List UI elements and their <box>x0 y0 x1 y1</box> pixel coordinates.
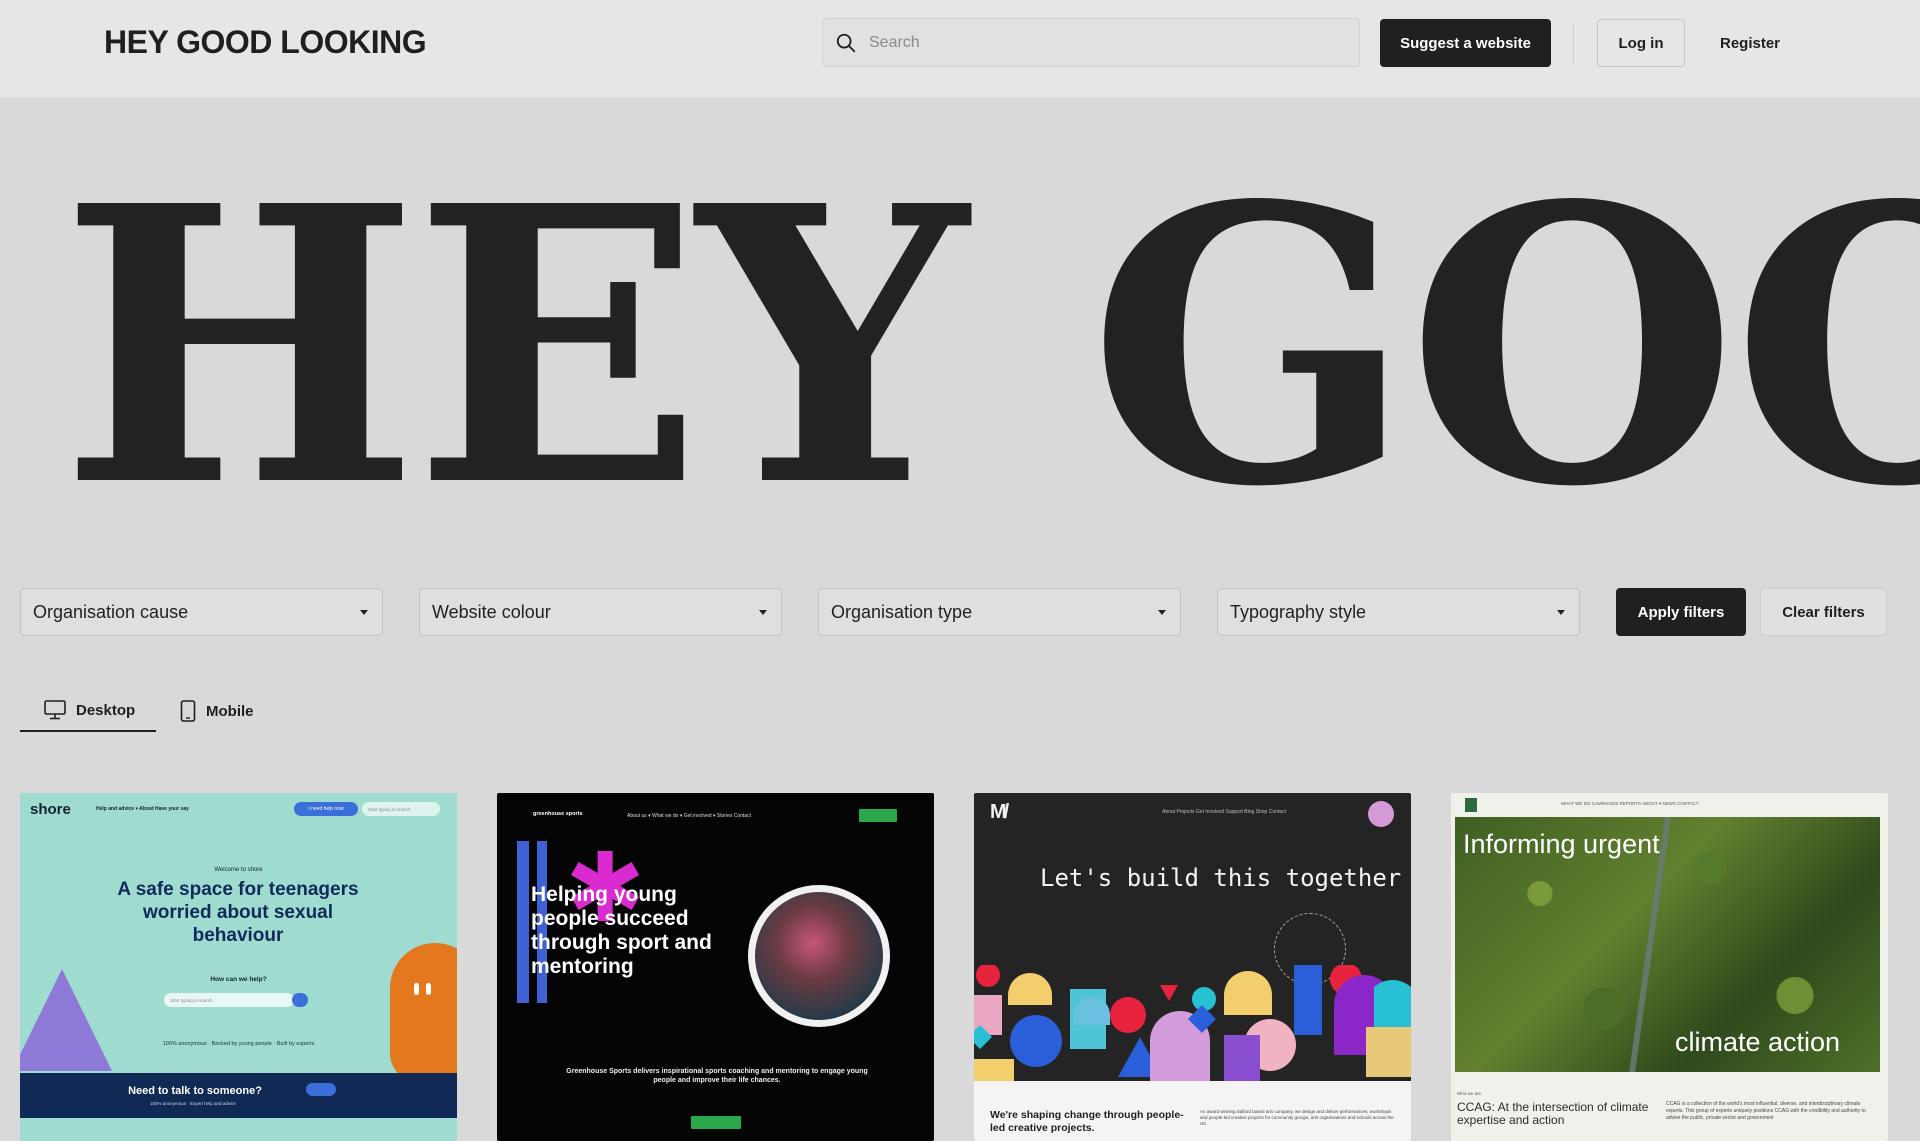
card-footer-sub: 100% anonymous · Expert help and advice <box>150 1101 236 1106</box>
card-nav-button: I need help now <box>294 802 358 816</box>
tab-label: Mobile <box>206 702 254 720</box>
card-nav-search: Start typing to search <box>362 802 440 816</box>
filter-typography-style[interactable]: Typography style <box>1217 588 1580 636</box>
card-help-input: Start typing to search <box>164 993 294 1007</box>
blue-bar-shape <box>517 841 529 1003</box>
card-brand-mark: M/ <box>990 801 1009 823</box>
mobile-icon <box>180 700 196 722</box>
orange-character-shape <box>390 943 457 1083</box>
hero-banner: HEY GOOD LOOKING <box>0 97 1920 557</box>
card-nav: Help and advice ▾ About Have your say <box>96 806 189 812</box>
card-headline-bottom: climate action <box>1675 1027 1841 1057</box>
card-nav: About Projects Get Involved Support Blog… <box>1162 809 1286 815</box>
card-donate-badge <box>1368 801 1394 827</box>
card-subtext: CCAG is a collection of the world's most… <box>1666 1101 1866 1121</box>
site-header: HEY GOOD LOOKING Suggest a website Log i… <box>0 0 1920 97</box>
card-headline-top: Informing urgent <box>1463 829 1660 859</box>
card-headline: Let's build this together <box>1040 864 1402 892</box>
website-card-arts-company[interactable]: M/ About Projects Get Involved Support B… <box>974 793 1411 1141</box>
card-brand: shore <box>30 801 71 818</box>
card-headline: Helping young people succeed through spo… <box>531 883 712 979</box>
filter-label: Organisation cause <box>33 601 189 622</box>
card-brand: greenhouse sports <box>533 811 583 817</box>
card-band-title: We're shaping change through people-led … <box>990 1109 1184 1135</box>
website-card-greenhouse-sports[interactable]: greenhouse sports About us ▾ What we do … <box>497 793 934 1141</box>
caret-down-icon <box>1557 609 1565 615</box>
tab-mobile[interactable]: Mobile <box>180 690 270 732</box>
header-divider <box>1573 24 1574 64</box>
geometric-shapes-illustration <box>974 965 1411 1083</box>
search-input[interactable] <box>869 33 1329 52</box>
card-subtitle: CCAG: At the intersection of climate exp… <box>1457 1100 1649 1128</box>
circular-photo <box>748 885 890 1027</box>
search-bar[interactable] <box>822 18 1360 67</box>
filter-label: Website colour <box>432 601 551 622</box>
filter-website-colour[interactable]: Website colour <box>419 588 782 636</box>
filter-label: Typography style <box>1230 601 1367 622</box>
hero-title: HEY GOOD LOOKING <box>60 123 1920 557</box>
search-icon <box>836 33 856 52</box>
card-eyebrow: Who we are <box>1457 1091 1482 1096</box>
filter-label: Organisation type <box>831 601 973 622</box>
card-welcome: Welcome to shore <box>214 867 263 873</box>
card-footer-button <box>306 1083 336 1096</box>
caret-down-icon <box>1158 609 1166 615</box>
card-body: Greenhouse Sports delivers inspirational… <box>566 1068 868 1085</box>
card-donate-button <box>859 809 897 822</box>
caret-down-icon <box>759 609 767 615</box>
site-logo[interactable]: HEY GOOD LOOKING <box>104 24 427 61</box>
card-logo-square <box>1465 798 1477 812</box>
website-card-ccag[interactable]: WHAT WE DO CAMPAIGNS REPORTS ABOUT ▾ NEW… <box>1451 793 1888 1141</box>
apply-filters-button[interactable]: Apply filters <box>1616 588 1746 636</box>
card-headline: A safe space for teenagers worried about… <box>117 879 359 946</box>
desktop-icon <box>44 700 66 720</box>
filter-organisation-cause[interactable]: Organisation cause <box>20 588 383 636</box>
tab-desktop[interactable]: Desktop <box>20 690 156 732</box>
tab-label: Desktop <box>76 701 136 719</box>
login-button[interactable]: Log in <box>1597 19 1685 67</box>
card-band-text: An award winning Salford based arts comp… <box>1200 1109 1394 1126</box>
card-help-question: How can we help? <box>210 976 267 983</box>
filter-organisation-type[interactable]: Organisation type <box>818 588 1181 636</box>
website-card-shore[interactable]: shore Help and advice ▾ About Have your … <box>20 793 457 1141</box>
card-nav: About us ▾ What we do ▾ Get involved ▾ S… <box>627 813 751 819</box>
purple-triangle-shape <box>20 969 112 1071</box>
card-help-go <box>292 993 308 1007</box>
card-trust-line: 100% anonymous · Backed by young people … <box>162 1041 315 1047</box>
caret-down-icon <box>360 609 368 615</box>
suggest-website-button[interactable]: Suggest a website <box>1380 19 1551 67</box>
clear-filters-button[interactable]: Clear filters <box>1760 588 1887 636</box>
card-nav: WHAT WE DO CAMPAIGNS REPORTS ABOUT ▾ NEW… <box>1561 801 1699 806</box>
card-cta-button <box>691 1116 741 1129</box>
register-button[interactable]: Register <box>1712 19 1788 67</box>
